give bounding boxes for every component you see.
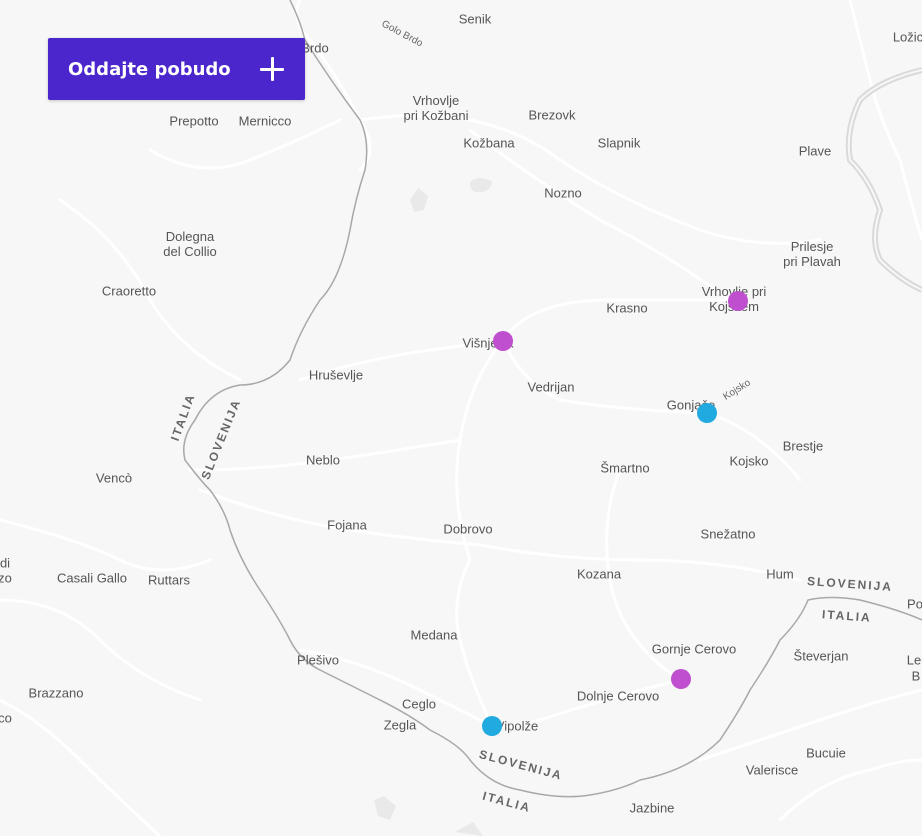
place-label-po: Po bbox=[907, 596, 922, 612]
place-label-dolnje-cerovo: Dolnje Cerovo bbox=[576, 688, 660, 704]
submit-suggestion-button[interactable]: Oddajte pobudo bbox=[48, 38, 305, 100]
place-label-bucuie: Bucuie bbox=[806, 745, 846, 761]
place-label-valerisce: Valerisce bbox=[745, 762, 799, 778]
place-label-di: di bbox=[0, 555, 11, 571]
place-label-steverjan: Števerjan bbox=[793, 648, 849, 664]
place-label-fojana: Fojana bbox=[327, 517, 367, 533]
place-label-kozbana: Kožbana bbox=[463, 135, 515, 151]
place-label-ceglo: Ceglo bbox=[402, 696, 436, 712]
place-label-nozno: Nozno bbox=[544, 185, 582, 201]
place-label-venco: Vencò bbox=[95, 470, 133, 486]
place-label-neblo: Neblo bbox=[306, 452, 340, 468]
place-label-mernicco: Mernicco bbox=[238, 113, 292, 129]
place-label-kozana: Kozana bbox=[576, 566, 622, 582]
place-label-vrhovlje-kozbana: Vrhovlje pri Kožbani bbox=[403, 93, 469, 123]
submit-suggestion-label: Oddajte pobudo bbox=[68, 58, 231, 80]
place-label-vipolze: Vipolže bbox=[495, 718, 539, 734]
place-label-dolegna: Dolegna del Collio bbox=[163, 229, 217, 259]
map-marker[interactable] bbox=[482, 716, 502, 736]
place-label-vedrijan: Vedrijan bbox=[527, 379, 575, 395]
place-label-brestje: Brestje bbox=[782, 438, 824, 454]
place-label-smartno: Šmartno bbox=[600, 460, 650, 476]
place-label-co: co bbox=[0, 710, 12, 726]
map-base bbox=[0, 0, 922, 836]
place-label-hrusevlje: Hruševlje bbox=[308, 367, 364, 383]
place-label-dobrovo: Dobrovo bbox=[443, 521, 493, 537]
place-label-slapnik: Slapnik bbox=[597, 135, 641, 151]
place-label-le: Le bbox=[906, 652, 922, 668]
place-label-senik: Senik bbox=[458, 11, 492, 27]
plus-icon bbox=[259, 56, 285, 82]
place-label-medana: Medana bbox=[410, 627, 458, 643]
place-label-zegla: Zegla bbox=[383, 717, 417, 733]
place-label-brezovk: Brezovk bbox=[528, 107, 576, 123]
place-label-lozice: Ložic bbox=[892, 29, 922, 45]
place-label-krasno: Krasno bbox=[606, 300, 648, 316]
place-label-plave: Plave bbox=[798, 143, 832, 159]
place-label-ruttars: Ruttars bbox=[148, 572, 190, 588]
map-canvas[interactable]: Senik Golo Brdo Brdo Ložic Vrhovlje pri … bbox=[0, 0, 922, 836]
place-label-plesivo: Plešivo bbox=[297, 652, 339, 668]
place-label-kojsko: Kojsko bbox=[729, 453, 769, 469]
place-label-gornje-cerovo: Gornje Cerovo bbox=[651, 641, 737, 657]
place-label-prilesje: Prilesje pri Plavah bbox=[783, 239, 841, 269]
place-label-brazzano: Brazzano bbox=[28, 685, 84, 701]
place-label-snezatno: Snežatno bbox=[700, 526, 756, 542]
place-label-zo: zo bbox=[0, 570, 12, 586]
place-label-b: B bbox=[911, 668, 921, 684]
place-label-brdo: Brdo bbox=[301, 40, 329, 56]
map-marker[interactable] bbox=[493, 331, 513, 351]
place-label-hum: Hum bbox=[766, 566, 794, 582]
place-label-craoretto: Craoretto bbox=[101, 283, 157, 299]
place-label-jazbine: Jazbine bbox=[629, 800, 675, 816]
place-label-prepotto: Prepotto bbox=[169, 113, 219, 129]
map-marker[interactable] bbox=[697, 403, 717, 423]
map-marker[interactable] bbox=[671, 669, 691, 689]
map-marker[interactable] bbox=[728, 291, 748, 311]
place-label-casali-gallo: Casali Gallo bbox=[56, 570, 128, 586]
